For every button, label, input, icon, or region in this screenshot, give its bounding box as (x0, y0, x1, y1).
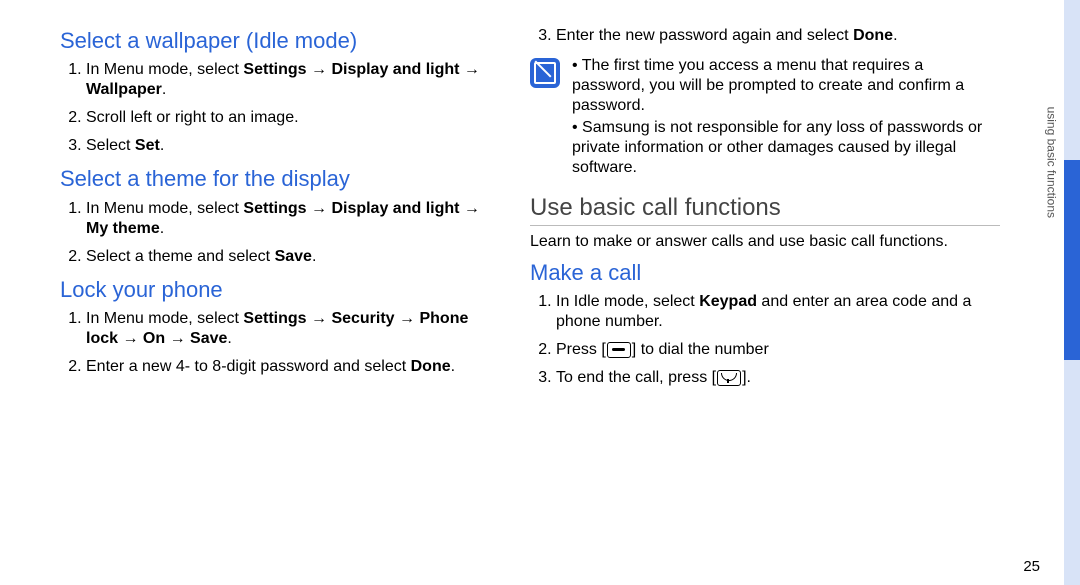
right-column: Enter the new password again and select … (530, 20, 1000, 575)
heading-theme: Select a theme for the display (60, 166, 500, 192)
steps-theme: In Menu mode, select Settings → Display … (60, 199, 500, 267)
steps-lock: In Menu mode, select Settings → Security… (60, 309, 500, 377)
heading-lock: Lock your phone (60, 277, 500, 303)
page-number: 25 (1023, 558, 1040, 575)
list-item: To end the call, press []. (556, 368, 1000, 388)
heading-call-functions: Use basic call functions (530, 194, 1000, 226)
steps-make-call: In Idle mode, select Keypad and enter an… (530, 292, 1000, 388)
side-tab (1064, 0, 1080, 585)
side-label: using basic functions (1044, 107, 1058, 218)
list-item: In Menu mode, select Settings → Display … (86, 60, 500, 100)
intro-call-functions: Learn to make or answer calls and use ba… (530, 232, 1000, 252)
note-list: The first time you access a menu that re… (572, 56, 1000, 180)
note-item: Samsung is not responsible for any loss … (572, 118, 1000, 178)
note-icon (530, 58, 560, 88)
note-box: The first time you access a menu that re… (530, 56, 1000, 180)
list-item: Scroll left or right to an image. (86, 108, 500, 128)
list-item: Select Set. (86, 136, 500, 156)
steps-lock-continued: Enter the new password again and select … (530, 26, 1000, 46)
call-key-icon (607, 342, 631, 358)
end-key-icon (717, 370, 741, 386)
manual-page: Select a wallpaper (Idle mode) In Menu m… (60, 20, 1020, 575)
list-item: In Idle mode, select Keypad and enter an… (556, 292, 1000, 332)
side-tab-active (1064, 160, 1080, 360)
list-item: Select a theme and select Save. (86, 247, 500, 267)
heading-make-call: Make a call (530, 260, 1000, 286)
list-item: Enter the new password again and select … (556, 26, 1000, 46)
steps-wallpaper: In Menu mode, select Settings → Display … (60, 60, 500, 156)
list-item: In Menu mode, select Settings → Security… (86, 309, 500, 349)
list-item: In Menu mode, select Settings → Display … (86, 199, 500, 239)
left-column: Select a wallpaper (Idle mode) In Menu m… (60, 20, 530, 575)
note-item: The first time you access a menu that re… (572, 56, 1000, 116)
list-item: Press [] to dial the number (556, 340, 1000, 360)
heading-wallpaper: Select a wallpaper (Idle mode) (60, 28, 500, 54)
list-item: Enter a new 4- to 8-digit password and s… (86, 357, 500, 377)
